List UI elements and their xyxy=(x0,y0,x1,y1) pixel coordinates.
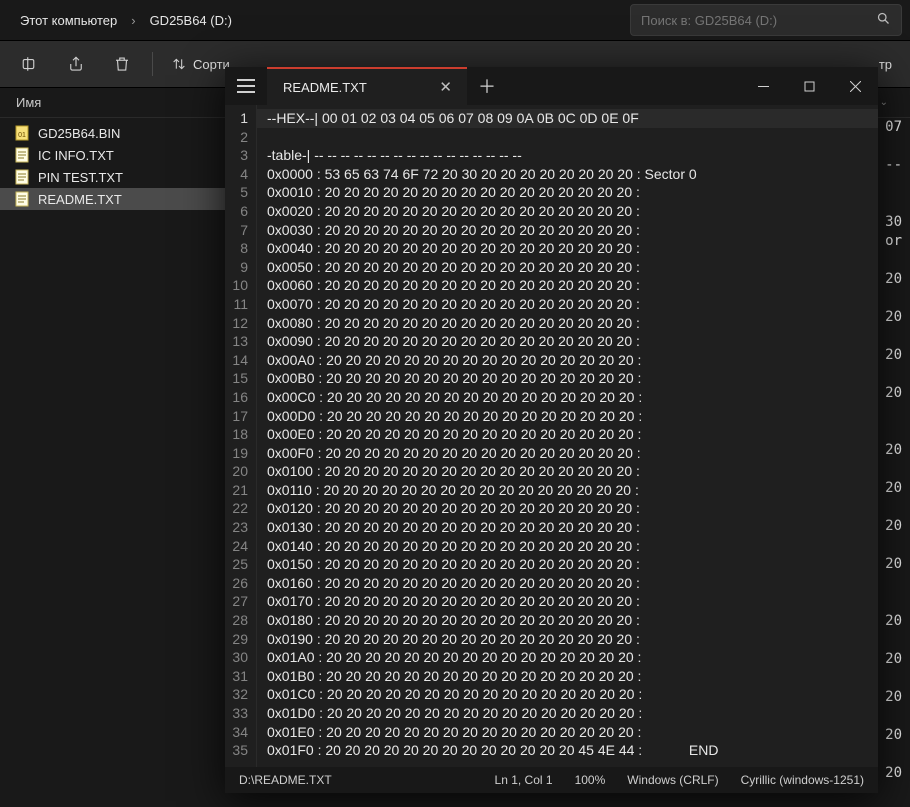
editor-status-bar: D:\README.TXT Ln 1, Col 1 100% Windows (… xyxy=(225,767,878,793)
file-name: README.TXT xyxy=(38,192,122,207)
breadcrumb-root[interactable]: Этот компьютер xyxy=(10,9,127,32)
share-button[interactable] xyxy=(54,44,98,84)
tab-title: README.TXT xyxy=(283,80,367,95)
file-item[interactable]: IC INFO.TXT xyxy=(0,144,226,166)
line-number-gutter: 1 2 3 4 5 6 7 8 9 10 11 12 13 14 15 16 1… xyxy=(225,105,257,767)
search-icon xyxy=(876,11,891,29)
text-editor-window: README.TXT ✕ ＋ 1 2 3 4 5 6 7 8 9 10 11 1… xyxy=(225,67,878,793)
file-name: PIN TEST.TXT xyxy=(38,170,123,185)
close-tab-button[interactable]: ✕ xyxy=(434,76,457,98)
status-zoom[interactable]: 100% xyxy=(575,773,606,787)
svg-text:01: 01 xyxy=(18,132,26,139)
toolbar-overflow-text: тр xyxy=(879,57,902,72)
breadcrumb-label: GD25B64 (D:) xyxy=(150,13,232,28)
minimize-button[interactable] xyxy=(740,67,786,105)
chevron-up-icon: ⌄ xyxy=(880,97,894,108)
column-header-name[interactable]: Имя xyxy=(16,95,226,110)
address-bar: Этот компьютер › GD25B64 (D:) xyxy=(0,0,910,40)
status-eol[interactable]: Windows (CRLF) xyxy=(627,773,718,787)
window-controls xyxy=(740,67,878,105)
status-cursor[interactable]: Ln 1, Col 1 xyxy=(495,773,553,787)
status-encoding[interactable]: Cyrillic (windows-1251) xyxy=(741,773,864,787)
code-area[interactable]: 1 2 3 4 5 6 7 8 9 10 11 12 13 14 15 16 1… xyxy=(225,105,878,767)
maximize-button[interactable] xyxy=(786,67,832,105)
separator xyxy=(152,52,153,76)
delete-button[interactable] xyxy=(100,44,144,84)
search-input[interactable] xyxy=(641,13,876,28)
status-path: D:\README.TXT xyxy=(239,773,332,787)
rename-button[interactable] xyxy=(8,44,52,84)
breadcrumb-label: Этот компьютер xyxy=(20,13,117,28)
close-window-button[interactable] xyxy=(832,67,878,105)
search-box[interactable] xyxy=(630,4,902,36)
editor-tab[interactable]: README.TXT ✕ xyxy=(267,67,467,105)
file-list: 01 GD25B64.BIN IC INFO.TXT PIN TEST.TXT READ… xyxy=(0,118,226,807)
file-item[interactable]: PIN TEST.TXT xyxy=(0,166,226,188)
menu-button[interactable] xyxy=(225,67,267,105)
file-name: GD25B64.BIN xyxy=(38,126,120,141)
file-name: IC INFO.TXT xyxy=(38,148,114,163)
new-tab-button[interactable]: ＋ xyxy=(467,67,507,105)
editor-tab-bar: README.TXT ✕ ＋ xyxy=(225,67,878,105)
file-item[interactable]: 01 GD25B64.BIN xyxy=(0,122,226,144)
breadcrumb-drive[interactable]: GD25B64 (D:) xyxy=(140,9,242,32)
file-item[interactable]: README.TXT xyxy=(0,188,226,210)
text-content[interactable]: --HEX--| 00 01 02 03 04 05 06 07 08 09 0… xyxy=(257,105,878,767)
chevron-right-icon: › xyxy=(127,13,139,28)
